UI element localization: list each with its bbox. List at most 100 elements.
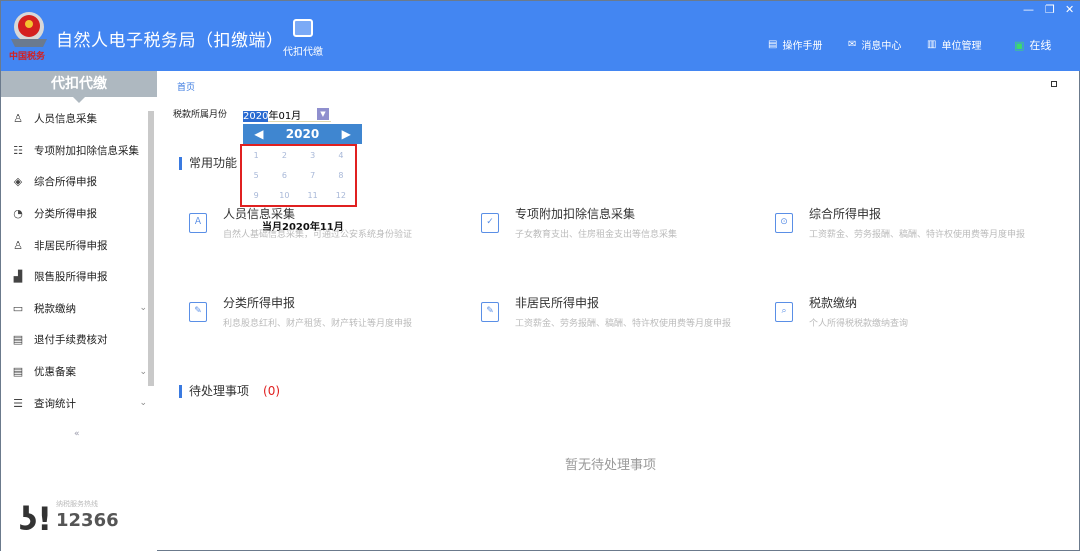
report-icon: ⊙	[775, 213, 793, 233]
card-desc: 利息股息红利、财产租赁、财产转让等月度申报	[223, 319, 413, 329]
collapse-sidebar-icon[interactable]: «	[74, 429, 80, 439]
prev-year-icon[interactable]: ◀	[254, 127, 263, 141]
sidebar-item-label: 综合所得申报	[34, 176, 97, 189]
card-title: 专项附加扣除信息采集	[515, 207, 636, 221]
breadcrumb-home[interactable]: 首页	[177, 80, 195, 93]
common-functions-title: 常用功能	[179, 157, 237, 170]
month-option[interactable]: 9	[242, 191, 270, 200]
sidebar-item-tax-payment[interactable]: ▭ 税款缴纳 ⌄	[1, 293, 157, 325]
list-icon: ☷	[13, 143, 23, 157]
sidebar-item-label: 非居民所得申报	[34, 239, 108, 252]
close-button[interactable]: ✕	[1065, 3, 1074, 16]
card-nonresident[interactable]: ✎ 非居民所得申报工资薪金、劳务报酬、稿酬、特许权使用费等月度申报	[481, 294, 741, 334]
hotline-label: 纳税服务热线	[56, 500, 98, 508]
monitor-check-icon: ▣	[1014, 38, 1025, 52]
month-grid: 1 2 3 4 5 6 7 8 9 10 11 12	[240, 144, 357, 207]
minimize-button[interactable]: —	[1023, 3, 1034, 16]
building-icon: ▥	[927, 39, 937, 50]
sidebar-item-nonresident[interactable]: ♙ 非居民所得申报	[1, 229, 157, 261]
calendar-year-nav: ◀ 2020 ▶	[243, 124, 362, 144]
hotline-number: 12366	[56, 510, 119, 531]
sidebar-item-label: 查询统计	[34, 397, 76, 410]
card-tax-payment[interactable]: ⌕ 税款缴纳 个人所得税税款缴纳查询	[775, 294, 1035, 334]
next-year-icon[interactable]: ▶	[342, 127, 351, 141]
pending-title: 待处理事项 (0)	[179, 385, 280, 398]
sidebar-item-label: 人员信息采集	[34, 113, 97, 126]
card-special-deduction[interactable]: ✓ 专项附加扣除信息采集子女教育支出、住房租金支出等信息采集	[481, 205, 741, 245]
sidebar-scrollbar[interactable]	[148, 111, 154, 386]
sidebar-item-classified[interactable]: ◔ 分类所得申报	[1, 198, 157, 230]
layers-icon: ◈	[13, 175, 23, 189]
card-title: 人员信息采集	[223, 207, 296, 221]
sidebar-item-refund-fee[interactable]: ▤ 退付手续费核对	[1, 324, 157, 356]
manual-link[interactable]: ▤ 操作手册	[768, 37, 822, 52]
bar-chart-icon: ▟	[13, 270, 23, 284]
card-personnel[interactable]: Ａ 人员信息采集 自然人基础信息采集，可通过公安系统身份验证	[189, 205, 449, 245]
mail-icon: ✉	[848, 39, 857, 50]
sidebar-item-restricted-shares[interactable]: ▟ 限售股所得申报	[1, 261, 157, 293]
edit-icon: ✎	[189, 302, 207, 322]
edit-icon: ✎	[481, 302, 499, 322]
search-doc-icon: ⌕	[775, 302, 793, 322]
person-icon: ♙	[13, 112, 23, 126]
month-option[interactable]: 6	[270, 171, 298, 180]
card-title: 分类所得申报	[223, 296, 296, 310]
message-center-link[interactable]: ✉ 消息中心	[848, 37, 901, 52]
message-label: 消息中心	[861, 41, 902, 52]
doc-icon: ▤	[12, 333, 24, 347]
sidebar-item-label: 优惠备案	[34, 366, 76, 379]
form-check-icon: ✓	[481, 213, 499, 233]
pending-count: (0)	[263, 384, 281, 398]
card-desc: 自然人基础信息采集，可通过公安系统身份验证	[223, 230, 413, 240]
sidebar-item-comprehensive[interactable]: ◈ 综合所得申报	[1, 166, 157, 198]
sidebar-item-label: 税款缴纳	[34, 302, 76, 315]
user-icon: ♙	[13, 238, 23, 252]
chevron-down-icon: ⌄	[139, 303, 147, 314]
top-nav-label: 代扣代缴	[283, 47, 323, 58]
month-option[interactable]: 10	[270, 191, 298, 200]
app-title: 自然人电子税务局（扣缴端）	[56, 31, 284, 51]
sidebar-item-special-deduction[interactable]: ☷ 专项附加扣除信息采集	[1, 135, 157, 167]
month-option[interactable]: 4	[327, 151, 355, 160]
card-comprehensive[interactable]: ⊙ 综合所得申报 工资薪金、劳务报酬、稿酬、特许权使用费等月度申报	[775, 205, 1035, 245]
unit-management-link[interactable]: ▥ 单位管理	[927, 37, 981, 52]
month-option[interactable]: 5	[242, 171, 270, 180]
card-desc: 子女教育支出、住房租金支出等信息采集	[515, 230, 678, 240]
month-option[interactable]: 1	[242, 151, 270, 160]
sidebar-item-preferential[interactable]: ▤ 优惠备案 ⌄	[1, 356, 157, 388]
month-option[interactable]: 11	[299, 191, 327, 200]
wallet-icon	[293, 19, 313, 37]
sidebar-item-label: 退付手续费核对	[34, 334, 108, 347]
document-icon: ▤	[768, 39, 778, 50]
dropdown-arrow-icon[interactable]: ▼	[317, 108, 329, 120]
chevron-down-icon: ⌄	[139, 398, 147, 409]
doc-icon: ▤	[12, 365, 24, 379]
calendar-year: 2020	[285, 127, 320, 141]
online-label: 在线	[1029, 39, 1052, 52]
month-option[interactable]: 12	[327, 191, 355, 200]
period-label: 税款所属月份	[173, 110, 228, 120]
card-title: 非居民所得申报	[515, 296, 600, 310]
sidebar-item-label: 限售股所得申报	[34, 271, 108, 284]
app-header: 中国税务 自然人电子税务局（扣缴端） 代扣代缴 — ❐ ✕ ▤ 操作手册 ✉ 消息中…	[1, 1, 1080, 71]
card-desc: 个人所得税税款缴纳查询	[809, 319, 909, 329]
sidebar-item-personnel[interactable]: ♙ 人员信息采集	[1, 103, 157, 135]
restore-button[interactable]: ❐	[1045, 3, 1055, 16]
online-status[interactable]: ▣ 在线	[1014, 37, 1051, 53]
svg-text:中国税务: 中国税务	[9, 50, 46, 62]
card-desc: 工资薪金、劳务报酬、稿酬、特许权使用费等月度申报	[515, 319, 732, 329]
month-option[interactable]: 7	[299, 171, 327, 180]
top-nav-withholding[interactable]: 代扣代缴	[281, 19, 325, 58]
month-option[interactable]: 3	[299, 151, 327, 160]
empty-pending-text: 暂无待处理事项	[565, 458, 657, 473]
period-month: 年01月	[268, 111, 302, 122]
manual-label: 操作手册	[782, 41, 823, 52]
maximize-panel-icon[interactable]	[1051, 81, 1057, 87]
month-option[interactable]: 2	[270, 151, 298, 160]
main-content: 首页 税款所属月份 2020年01月 ▼ ◀ 2020 ▶ 1234567891…	[157, 71, 1079, 550]
unit-label: 单位管理	[941, 41, 982, 52]
month-option[interactable]: 8	[327, 171, 355, 180]
card-classified[interactable]: ✎ 分类所得申报利息股息红利、财产租赁、财产转让等月度申报	[189, 294, 449, 334]
sidebar: 代扣代缴 ♙ 人员信息采集 ☷ 专项附加扣除信息采集 ◈ 综合所得申报 ◔ 分类所得申报…	[1, 71, 157, 552]
sidebar-item-query[interactable]: ☰ 查询统计 ⌄	[1, 387, 157, 419]
